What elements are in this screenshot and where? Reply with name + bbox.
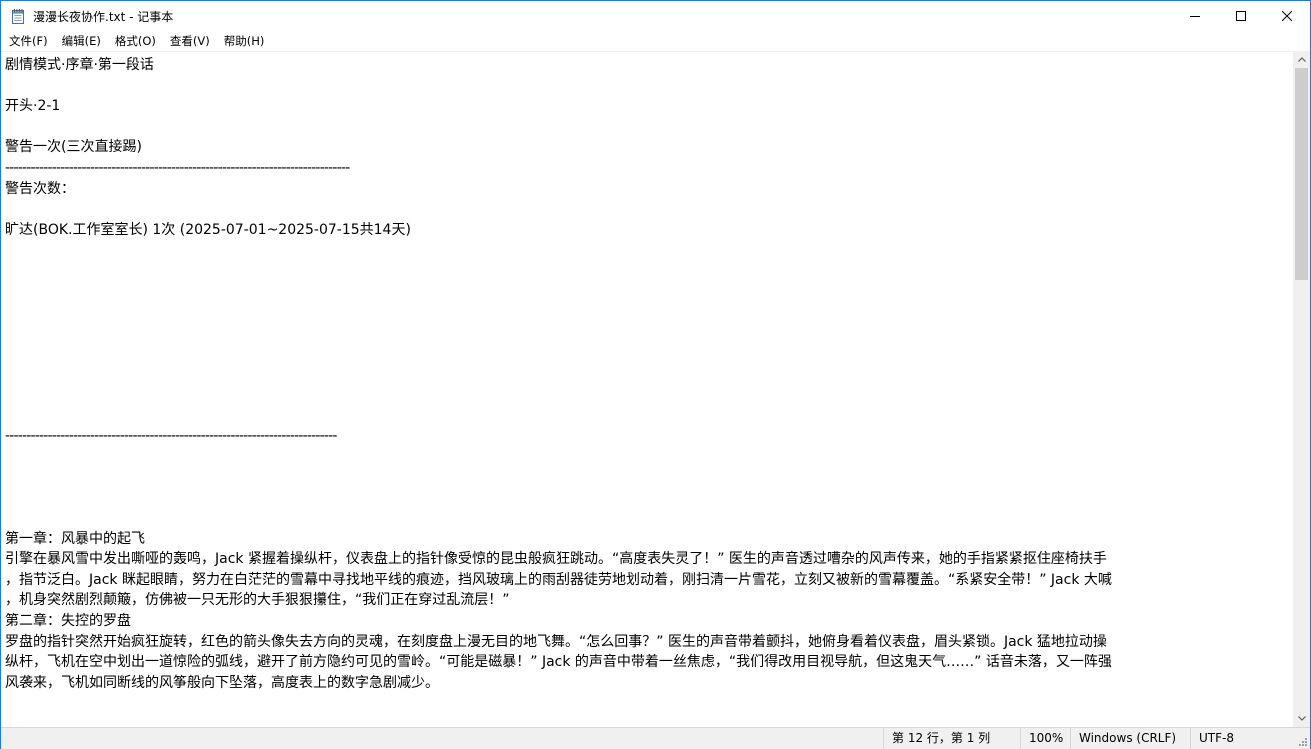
close-icon	[1282, 11, 1292, 21]
separator-line: ----------------------------------------…	[5, 427, 337, 444]
text-line: 旷达(BOK.工作室室长) 1次 (2025-07-01~2025-07-15共…	[5, 221, 411, 238]
text-line	[5, 240, 1291, 261]
text-line	[5, 117, 1291, 138]
cursor-position: 第 12 行，第 1 列	[883, 728, 990, 749]
text-editor[interactable]: 剧情模式·序章·第一段话 开头·2-1 警告一次(三次直接踢) --------…	[1, 51, 1293, 728]
zoom-level: 100%	[1020, 728, 1063, 749]
minimize-button[interactable]	[1172, 1, 1218, 31]
separator-line: ----------------------------------------…	[5, 159, 350, 176]
text-line: 纵杆，飞机在空中划出一道惊险的弧线，避开了前方隐约可见的雪岭。“可能是磁暴！” …	[5, 654, 1112, 671]
maximize-icon	[1236, 11, 1246, 21]
menu-view[interactable]: 查看(V)	[163, 31, 217, 51]
maximize-button[interactable]	[1218, 1, 1264, 31]
text-line	[5, 76, 1291, 97]
notepad-window: 漫漫长夜协作.txt - 记事本 文件(F) 编辑(E) 格式(O) 查看(V)…	[0, 0, 1311, 749]
text-line	[5, 282, 1291, 303]
text-line	[5, 487, 1291, 508]
text-line: 罗盘的指针突然开始疯狂旋转，红色的箭头像失去方向的灵魂，在刻度盘上漫无目的地飞舞…	[5, 633, 1107, 650]
menu-bar: 文件(F) 编辑(E) 格式(O) 查看(V) 帮助(H)	[1, 31, 1310, 51]
status-bar: 第 12 行，第 1 列 100% Windows (CRLF) UTF-8	[1, 727, 1310, 749]
window-controls	[1172, 1, 1310, 31]
title-bar[interactable]: 漫漫长夜协作.txt - 记事本	[1, 1, 1310, 31]
text-line	[5, 343, 1291, 364]
close-button[interactable]	[1264, 1, 1310, 31]
window-title: 漫漫长夜协作.txt - 记事本	[33, 9, 174, 24]
menu-format[interactable]: 格式(O)	[108, 31, 163, 51]
text-line	[5, 302, 1291, 323]
resize-grip-icon[interactable]	[1298, 737, 1308, 747]
text-line	[5, 323, 1291, 344]
scrollbar-thumb[interactable]	[1295, 68, 1308, 280]
vertical-scrollbar[interactable]	[1293, 51, 1310, 727]
text-line: 第一章：风暴中的起飞	[5, 530, 145, 547]
text-line: 第二章：失控的罗盘	[5, 613, 131, 630]
menu-help[interactable]: 帮助(H)	[217, 31, 272, 51]
text-line	[5, 261, 1291, 282]
text-line: 开头·2-1	[5, 98, 61, 115]
notepad-icon	[10, 8, 26, 24]
minimize-icon	[1190, 16, 1200, 17]
text-line	[5, 467, 1291, 488]
text-line	[5, 385, 1291, 406]
menu-file[interactable]: 文件(F)	[1, 31, 55, 51]
text-line	[5, 405, 1291, 426]
text-line: ，机身突然剧烈颠簸，仿佛被一只无形的大手狠狠攥住，“我们正在穿过乱流层！”	[5, 592, 510, 609]
editor-content[interactable]: 剧情模式·序章·第一段话 开头·2-1 警告一次(三次直接踢) --------…	[5, 55, 1291, 693]
text-line: ，指节泛白。Jack 眯起眼睛，努力在白茫茫的雪幕中寻找地平线的痕迹，挡风玻璃上…	[5, 571, 1112, 588]
menu-edit[interactable]: 编辑(E)	[55, 31, 108, 51]
text-line: 警告一次(三次直接踢)	[5, 139, 142, 156]
text-line	[5, 446, 1291, 467]
text-line	[5, 199, 1291, 220]
text-line	[5, 508, 1291, 529]
encoding: UTF-8	[1190, 728, 1234, 749]
scroll-up-button[interactable]	[1293, 51, 1310, 68]
text-line: 剧情模式·序章·第一段话	[5, 57, 154, 73]
chevron-down-icon	[1297, 716, 1306, 721]
text-line	[5, 364, 1291, 385]
text-line: 警告次数：	[5, 180, 75, 197]
text-line: 风袭来，飞机如同断线的风筝般向下坠落，高度表上的数字急剧减少。	[5, 674, 439, 691]
scroll-down-button[interactable]	[1293, 710, 1310, 727]
line-ending: Windows (CRLF)	[1070, 728, 1176, 749]
text-line: 引擎在暴风雪中发出嘶哑的轰鸣，Jack 紧握着操纵杆，仪表盘上的指针像受惊的昆虫…	[5, 551, 1107, 568]
chevron-up-icon	[1297, 57, 1306, 62]
